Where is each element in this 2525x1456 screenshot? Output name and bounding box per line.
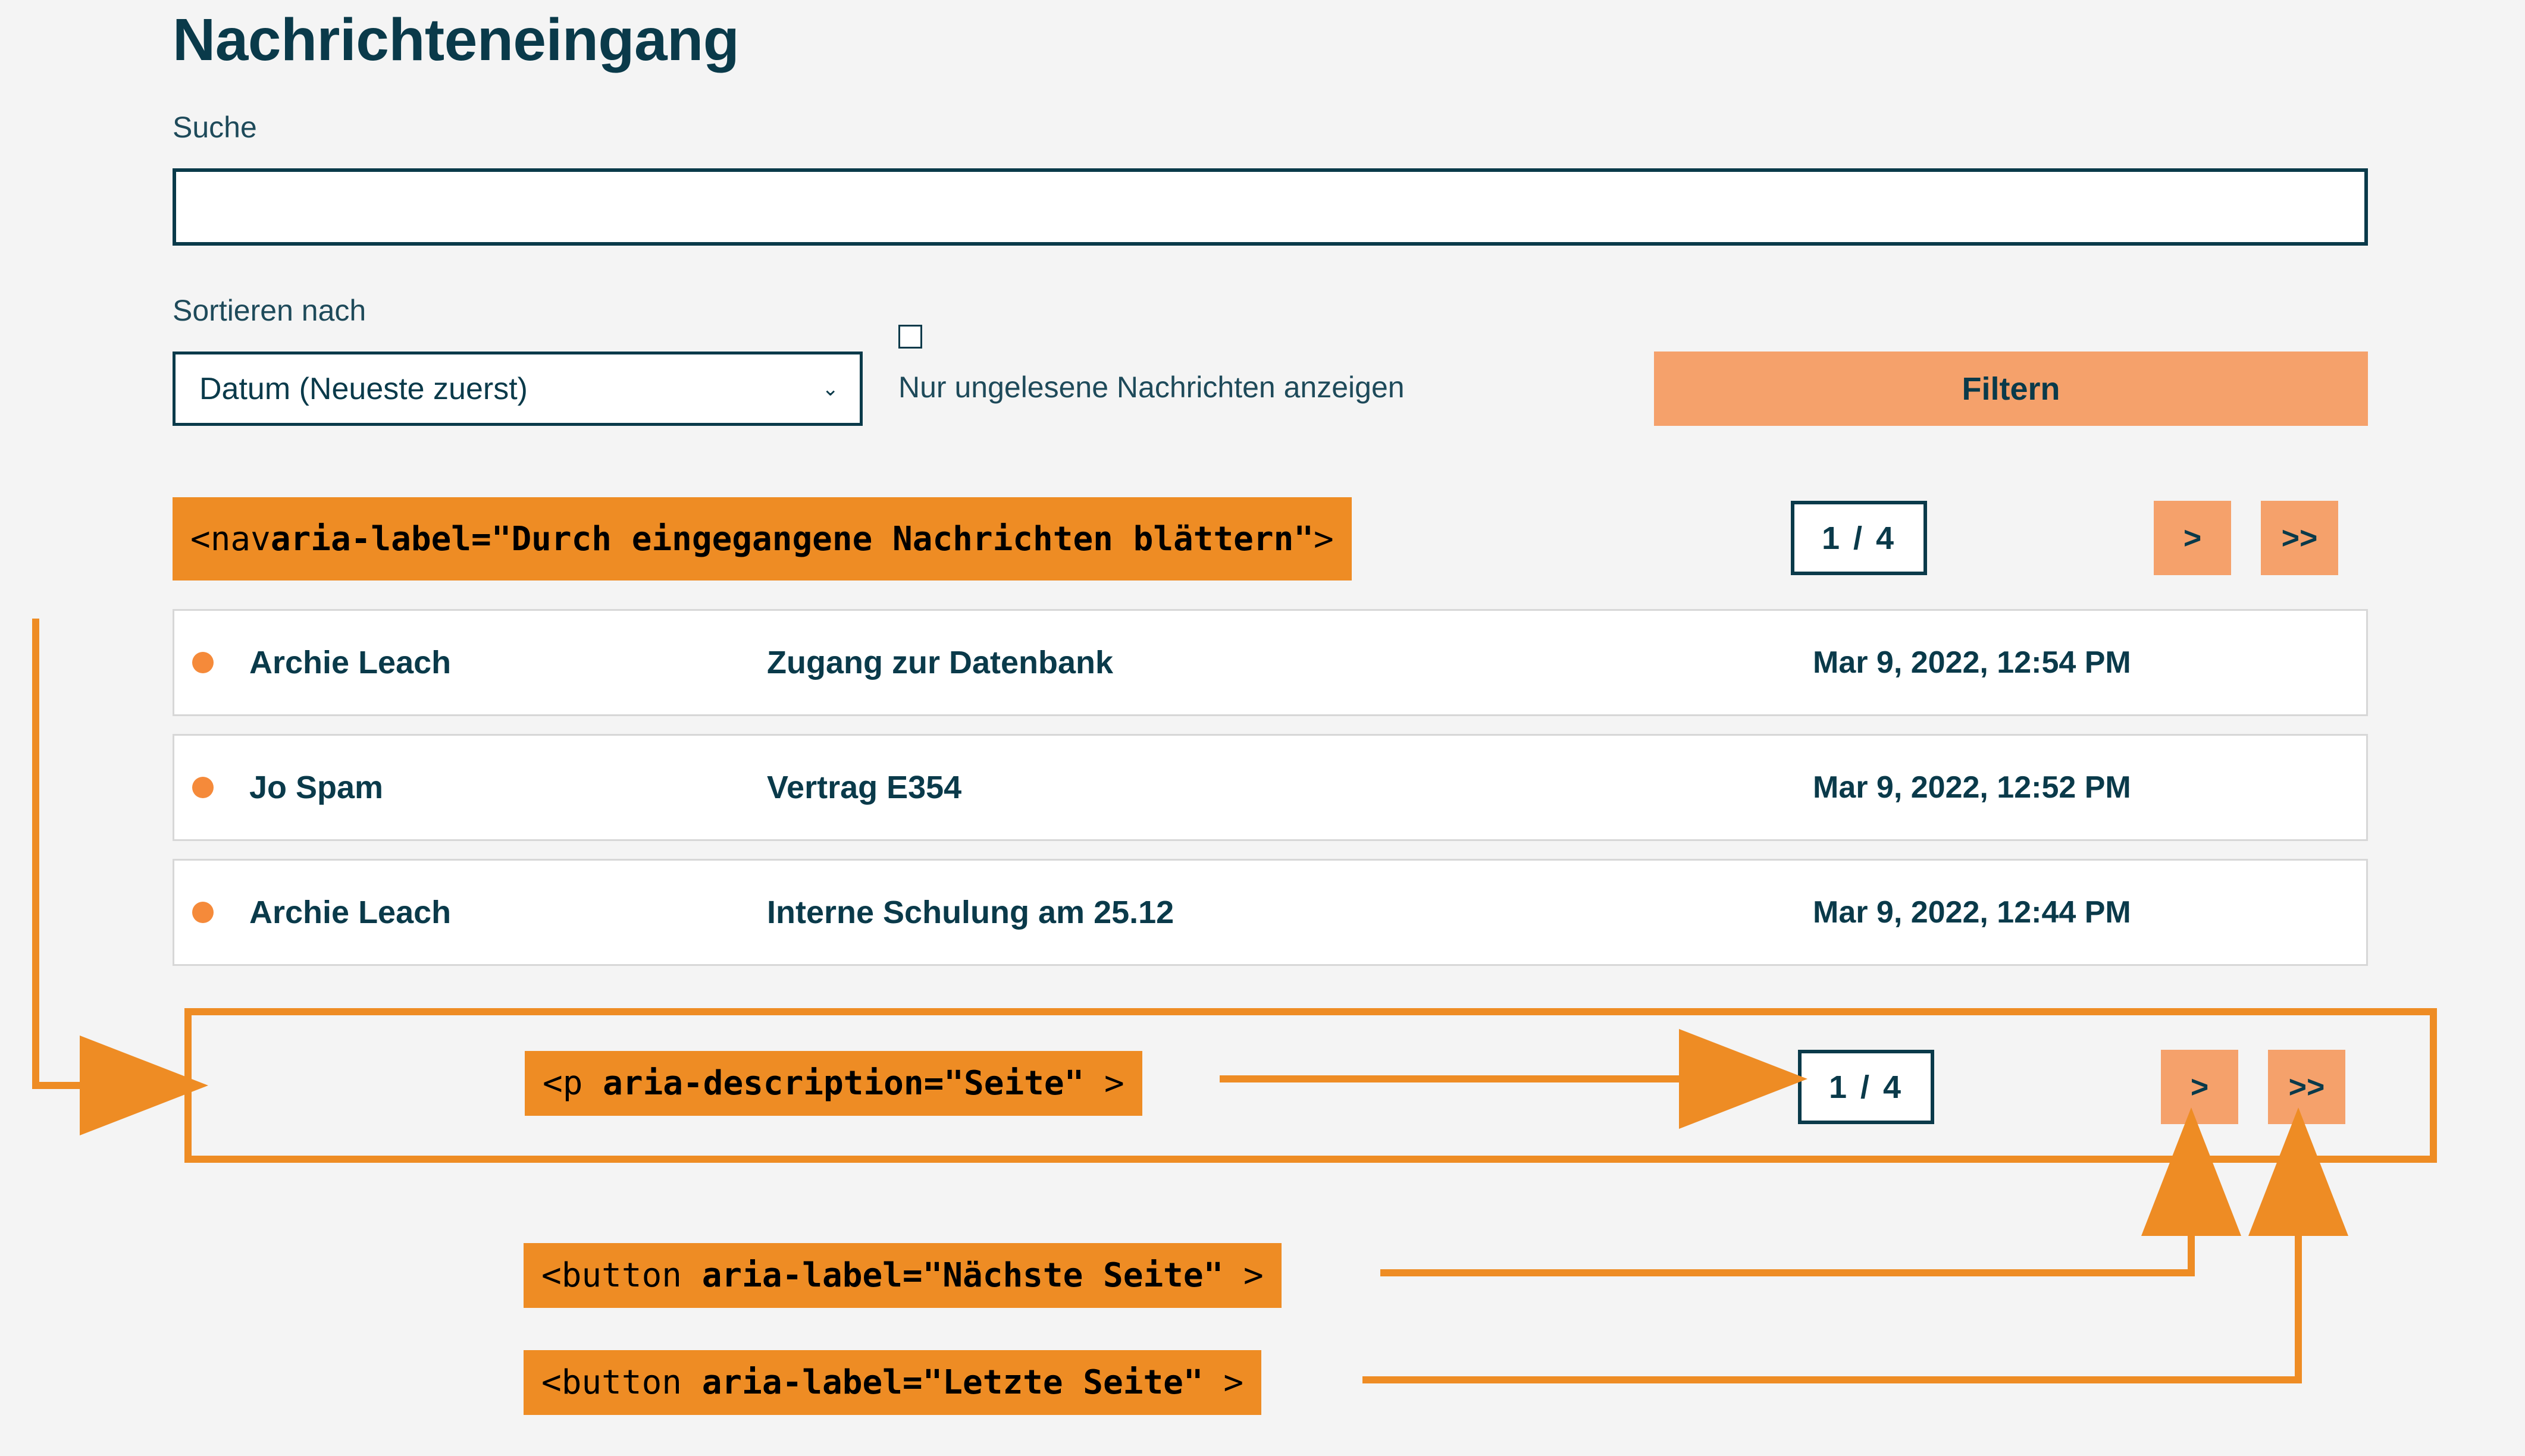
message-sender: Jo Spam — [249, 769, 767, 806]
annotation-p-prefix: <p — [543, 1064, 603, 1103]
annotation-nav-attr: aria-label="Durch eingegangene Nachricht… — [271, 520, 1314, 558]
message-date: Mar 9, 2022, 12:52 PM — [1813, 770, 2348, 805]
annotation-p-attr: aria-description="Seite" — [603, 1064, 1084, 1103]
unread-dot-icon — [192, 652, 214, 673]
message-sender: Archie Leach — [249, 894, 767, 931]
unread-dot-icon — [192, 777, 214, 798]
page-indicator-bottom: 1 / 4 — [1798, 1050, 1934, 1124]
annotation-last-attr: aria-label="Letzte Seite" — [702, 1363, 1204, 1402]
message-subject: Vertrag E354 — [767, 769, 1813, 806]
message-subject: Zugang zur Datenbank — [767, 644, 1813, 681]
sort-label: Sortieren nach — [173, 293, 863, 328]
message-row[interactable]: Archie Leach Interne Schulung am 25.12 M… — [173, 859, 2368, 966]
unread-dot-icon — [192, 902, 214, 923]
search-input[interactable] — [173, 168, 2368, 246]
message-sender: Archie Leach — [249, 644, 767, 681]
annotation-next-prefix: <button — [541, 1256, 702, 1295]
annotation-nav-prefix: <nav — [190, 520, 271, 558]
annotation-nav-suffix: > — [1314, 520, 1334, 558]
last-page-button-top[interactable]: >> — [2261, 501, 2338, 575]
unread-label: Nur ungelesene Nachrichten anzeigen — [898, 370, 1618, 404]
annotation-last-button: <button aria-label="Letzte Seite" > — [524, 1350, 1261, 1415]
annotation-next-button: <button aria-label="Nächste Seite" > — [524, 1243, 1282, 1308]
page-title: Nachrichteneingang — [173, 0, 2368, 74]
message-date: Mar 9, 2022, 12:54 PM — [1813, 645, 2348, 680]
message-row[interactable]: Jo Spam Vertrag E354 Mar 9, 2022, 12:52 … — [173, 734, 2368, 841]
search-label: Suche — [173, 110, 2368, 145]
sort-select[interactable]: Datum (Neueste zuerst) — [173, 352, 863, 426]
next-page-button-top[interactable]: > — [2154, 501, 2231, 575]
message-subject: Interne Schulung am 25.12 — [767, 894, 1813, 931]
annotation-next-suffix: > — [1243, 1256, 1264, 1295]
annotation-p-suffix: > — [1104, 1064, 1124, 1103]
annotation-next-attr: aria-label="Nächste Seite" — [702, 1256, 1224, 1295]
message-date: Mar 9, 2022, 12:44 PM — [1813, 895, 2348, 930]
next-page-button-bottom[interactable]: > — [2161, 1050, 2238, 1124]
top-pagination: <nav aria-label="Durch eingegangene Nach… — [173, 497, 2368, 580]
annotation-last-suffix: > — [1223, 1363, 1243, 1402]
annotation-last-prefix: <button — [541, 1363, 702, 1402]
page-indicator-top: 1 / 4 — [1791, 501, 1927, 575]
filter-button[interactable]: Filtern — [1654, 352, 2368, 426]
annotation-bottom-highlight: <p aria-description="Seite" > 1 / 4 > >> — [184, 1008, 2437, 1163]
unread-checkbox[interactable] — [898, 325, 922, 349]
last-page-button-bottom[interactable]: >> — [2268, 1050, 2345, 1124]
annotation-p: <p aria-description="Seite" > — [525, 1051, 1142, 1116]
message-row[interactable]: Archie Leach Zugang zur Datenbank Mar 9,… — [173, 609, 2368, 716]
message-list: Archie Leach Zugang zur Datenbank Mar 9,… — [173, 609, 2368, 966]
annotation-nav: <nav aria-label="Durch eingegangene Nach… — [173, 497, 1352, 580]
